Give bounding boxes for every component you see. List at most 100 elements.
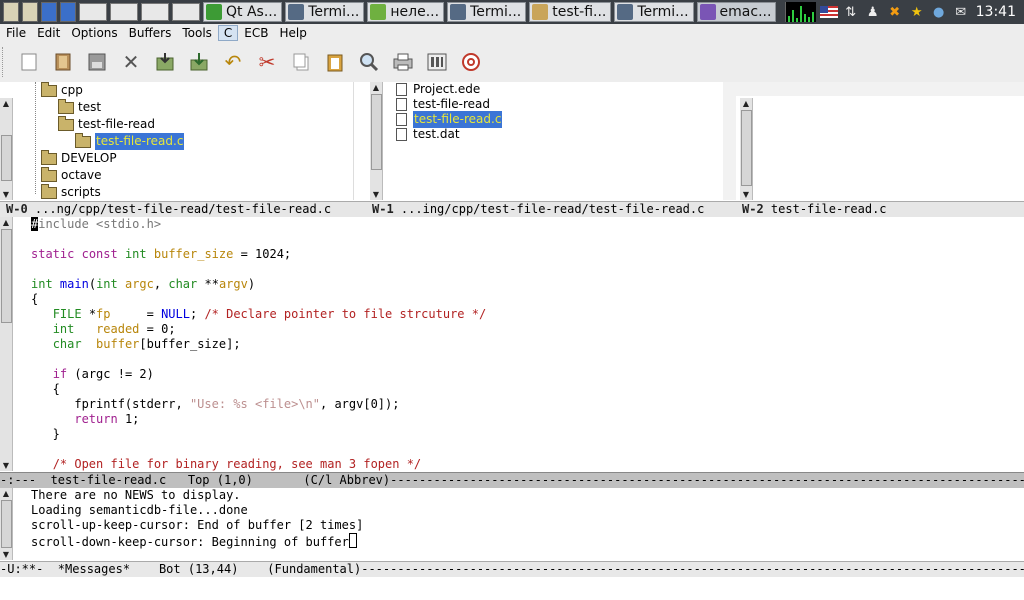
directory-item[interactable]: octave: [41, 166, 101, 184]
toolbar-grip[interactable]: [2, 47, 7, 77]
workspace-4[interactable]: [172, 3, 200, 21]
directories-scrollbar[interactable]: ▲ ▼: [0, 98, 13, 200]
scroll-up-arrow-icon[interactable]: ▲: [370, 82, 382, 93]
taskbar-task[interactable]: Termi...: [447, 2, 527, 22]
directory-item[interactable]: cpp: [41, 81, 83, 99]
help-icon[interactable]: [459, 50, 483, 74]
launcher-display-icon[interactable]: [60, 2, 76, 22]
taskbar-task[interactable]: Termi...: [614, 2, 694, 22]
globe-icon[interactable]: ●: [930, 3, 948, 21]
scroll-up-arrow-icon[interactable]: ▲: [0, 488, 12, 499]
messages-buffer[interactable]: There are no NEWS to display. Loading se…: [31, 488, 364, 549]
task-label: emac...: [719, 4, 772, 20]
ecb-sources-window[interactable]: ▲ ▼ Project.ede test-file-read test-file-r…: [366, 82, 736, 200]
menu-tools[interactable]: Tools: [177, 25, 217, 41]
menu-buffers[interactable]: Buffers: [124, 25, 177, 41]
scrollbar-thumb[interactable]: [371, 94, 382, 170]
messages-window[interactable]: ▲ ▼ There are no NEWS to display. Loadin…: [0, 488, 1024, 560]
source-file-item[interactable]: test-file-read.c: [396, 111, 503, 128]
undo-icon[interactable]: ↶: [221, 50, 245, 74]
editor-modeline[interactable]: -:--- test-file-read.c Top (1,0) (C/l Ab…: [0, 472, 1024, 489]
directory-label: test-file-read: [78, 117, 156, 131]
menu-ecb[interactable]: ECB: [239, 25, 273, 41]
menu-file[interactable]: File: [1, 25, 31, 41]
scrollbar-thumb[interactable]: [1, 229, 12, 323]
launcher-browser-icon[interactable]: [41, 2, 57, 22]
minibuffer[interactable]: [0, 577, 1024, 600]
close-icon[interactable]: ✕: [119, 50, 143, 74]
favorites-star-icon[interactable]: ★: [908, 3, 926, 21]
directory-item[interactable]: DEVELOP: [41, 149, 117, 167]
messages-scrollbar[interactable]: ▲ ▼: [0, 488, 13, 560]
download-icon[interactable]: [187, 50, 211, 74]
messages-modeline[interactable]: -U:**- *Messages* Bot (13,44) (Fundament…: [0, 561, 1024, 578]
directory-item[interactable]: test-file-read.c: [75, 132, 185, 150]
methods-top-gutter: [736, 82, 1024, 96]
source-file-item[interactable]: test-file-read: [396, 97, 490, 112]
scroll-up-arrow-icon[interactable]: ▲: [740, 98, 752, 109]
new-file-icon[interactable]: [17, 50, 41, 74]
scroll-up-arrow-icon[interactable]: ▲: [0, 98, 12, 109]
ecb-directories-modeline: W-0 ...ng/cpp/test-file-read/test-file-r…: [0, 201, 366, 218]
search-icon[interactable]: [357, 50, 381, 74]
ecb-directories-window[interactable]: ▲ ▼ cpp test test-file-read test-file-read.…: [0, 81, 366, 201]
editor-scrollbar[interactable]: ▲ ▼: [0, 217, 13, 471]
scrollbar-thumb[interactable]: [741, 110, 752, 186]
user-icon[interactable]: ♟: [864, 3, 882, 21]
network-icon[interactable]: ⇅: [842, 3, 860, 21]
launcher-notes-icon[interactable]: [22, 2, 38, 22]
source-file-item[interactable]: Project.ede: [396, 82, 480, 97]
toolbar: ✕ ↶ ✂: [0, 42, 1024, 83]
save-icon[interactable]: [85, 50, 109, 74]
preferences-icon[interactable]: [425, 50, 449, 74]
tools-icon[interactable]: ✖: [886, 3, 904, 21]
taskbar-task[interactable]: Termi...: [285, 2, 365, 22]
taskbar-task[interactable]: test-fi...: [529, 2, 612, 22]
taskbar-task[interactable]: нeле...: [367, 2, 445, 22]
ecb-methods-window[interactable]: ▲ ▼: [736, 82, 1024, 200]
scrollbar-thumb[interactable]: [1, 500, 12, 548]
code-line: {: [31, 292, 39, 306]
save-as-icon[interactable]: [153, 50, 177, 74]
task-label: Termi...: [637, 4, 689, 20]
paste-icon[interactable]: [323, 50, 347, 74]
workspace-2[interactable]: [110, 3, 138, 21]
code-line: #include <stdio.h>: [31, 217, 162, 231]
copy-icon[interactable]: [289, 50, 313, 74]
print-icon[interactable]: [391, 50, 415, 74]
workspace-3[interactable]: [141, 3, 169, 21]
mail-icon[interactable]: ✉: [952, 3, 970, 21]
scrollbar-thumb[interactable]: [1, 135, 12, 181]
scroll-down-arrow-icon[interactable]: ▼: [0, 189, 12, 200]
clock[interactable]: 13:41: [976, 4, 1016, 20]
workspace-1[interactable]: [79, 3, 107, 21]
app-icon: [617, 4, 634, 20]
methods-scrollbar[interactable]: ▲ ▼: [740, 98, 753, 200]
scroll-up-arrow-icon[interactable]: ▲: [0, 217, 12, 228]
menu-help[interactable]: Help: [275, 25, 312, 41]
taskbar-task[interactable]: Qt As...: [203, 2, 283, 22]
scroll-down-arrow-icon[interactable]: ▼: [0, 549, 12, 560]
directory-item[interactable]: test-file-read: [58, 115, 156, 133]
cut-icon[interactable]: ✂: [255, 50, 279, 74]
folder-icon: [41, 166, 57, 182]
scroll-down-arrow-icon[interactable]: ▼: [370, 189, 382, 200]
source-file-item[interactable]: test.dat: [396, 127, 460, 142]
taskbar-task[interactable]: emac...: [696, 2, 777, 22]
task-label: Qt As...: [226, 4, 278, 20]
code-editor-window[interactable]: ▲ ▼ #include <stdio.h> static const int …: [0, 217, 1024, 473]
sources-scrollbar[interactable]: ▲ ▼: [370, 82, 383, 200]
directory-item[interactable]: scripts: [41, 183, 101, 201]
menu-c[interactable]: C: [217, 25, 239, 41]
scroll-down-arrow-icon[interactable]: ▼: [0, 460, 12, 471]
menu-edit[interactable]: Edit: [32, 25, 65, 41]
code-buffer[interactable]: #include <stdio.h> static const int buff…: [31, 217, 486, 472]
keyboard-layout-flag-icon[interactable]: [819, 3, 838, 21]
menu-options[interactable]: Options: [66, 25, 122, 41]
open-file-icon[interactable]: [51, 50, 75, 74]
launcher-files-icon[interactable]: [3, 2, 19, 22]
directory-item[interactable]: test: [58, 98, 101, 116]
message-line: scroll-up-keep-cursor: End of buffer [2 …: [31, 518, 364, 532]
scroll-down-arrow-icon[interactable]: ▼: [740, 189, 752, 200]
